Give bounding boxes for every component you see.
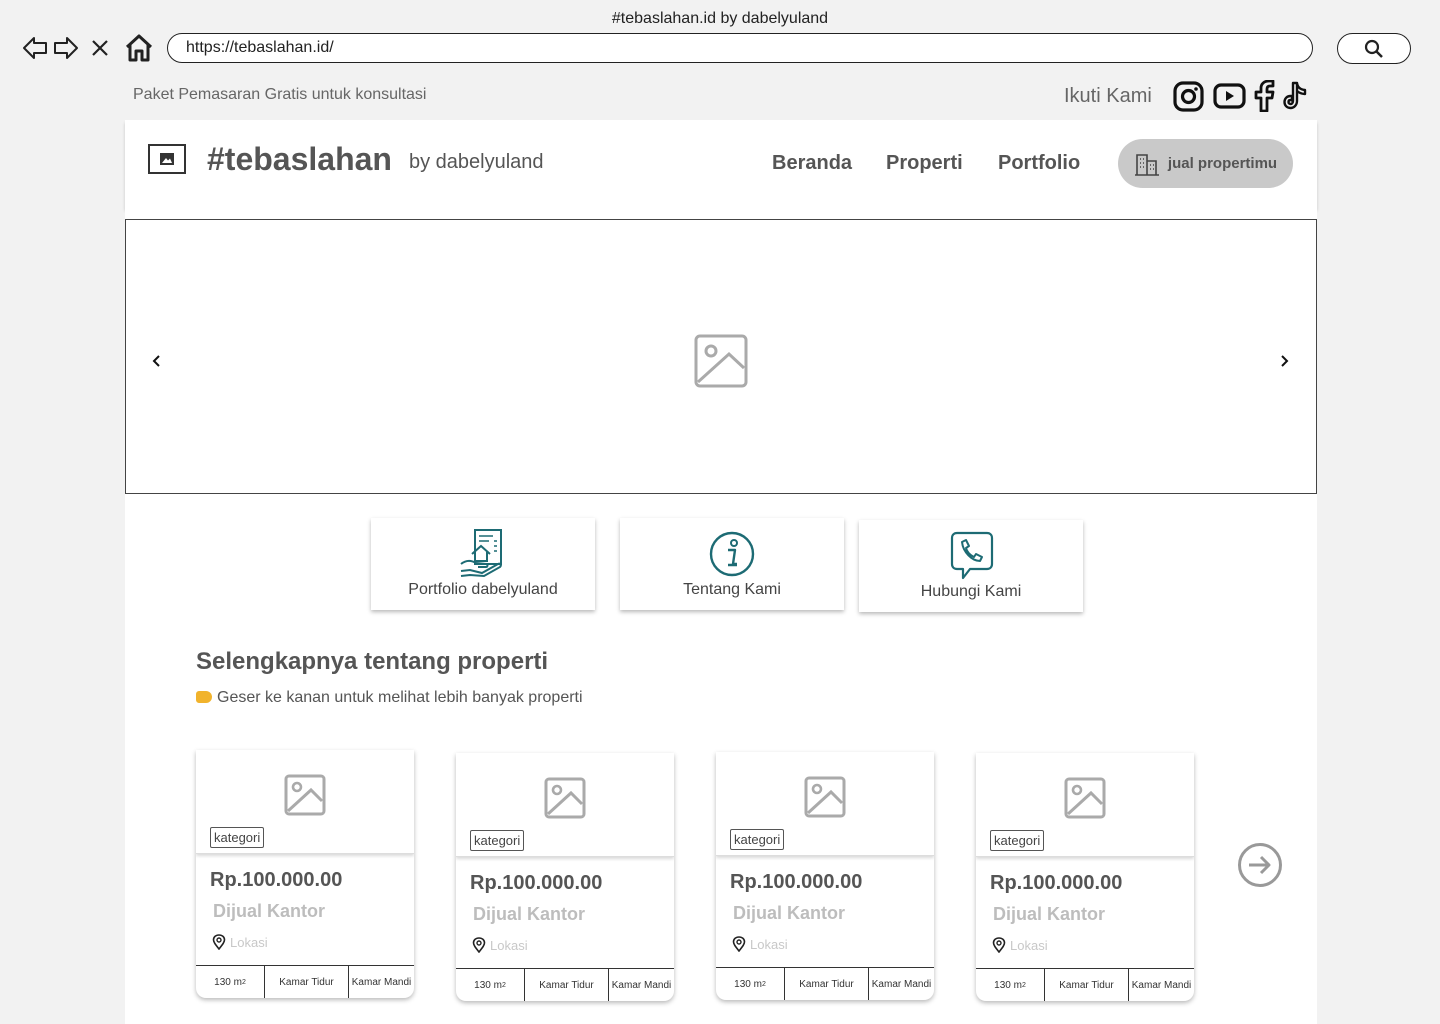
spec-area-value: 130 m	[994, 980, 1022, 991]
forward-icon[interactable]	[51, 33, 81, 63]
sell-property-button[interactable]: jual propertimu	[1118, 139, 1293, 188]
search-icon	[1364, 39, 1383, 58]
property-specs: 130 m2 Kamar Tidur Kamar Mandi	[716, 967, 934, 1000]
nav-beranda[interactable]: Beranda	[772, 152, 852, 175]
property-location: Lokasi	[732, 936, 788, 952]
tiktok-icon[interactable]	[1280, 80, 1312, 112]
spec-area-sup: 2	[1021, 982, 1026, 989]
nav-properti[interactable]: Properti	[886, 152, 963, 175]
quick-link-portfolio-label: Portfolio dabelyuland	[408, 581, 558, 598]
spec-area: 130 m2	[976, 969, 1045, 1001]
carousel-next-icon[interactable]	[1271, 348, 1297, 374]
location-pin-icon	[732, 936, 746, 952]
spec-area-sup: 2	[241, 979, 246, 986]
category-badge[interactable]: kategori	[210, 827, 265, 848]
property-card[interactable]: kategori Rp.100.000.00 Dijual Kantor Lok…	[196, 750, 414, 998]
location-pin-icon	[992, 937, 1006, 953]
property-price: Rp.100.000.00	[990, 872, 1123, 894]
promo-text: Paket Pemasaran Gratis untuk konsultasi	[133, 86, 427, 103]
spec-bedrooms: Kamar Tidur	[785, 968, 869, 1000]
back-icon[interactable]	[20, 33, 50, 63]
spec-bathrooms: Kamar Mandi	[351, 977, 412, 988]
property-type: Dijual Kantor	[213, 901, 326, 921]
property-price: Rp.100.000.00	[730, 871, 863, 893]
section-hint: Geser ke kanan untuk melihat lebih banya…	[196, 689, 583, 707]
spec-bathrooms: Kamar Mandi	[611, 980, 672, 991]
window-title: #tebaslahan.id by dabelyuland	[611, 10, 829, 27]
spec-bathrooms: Kamar Mandi	[1131, 980, 1192, 991]
property-price: Rp.100.000.00	[470, 872, 603, 894]
logo-image-icon[interactable]	[148, 144, 186, 174]
spec-bedrooms: Kamar Tidur	[525, 969, 609, 1001]
spec-bedrooms: Kamar Tidur	[265, 966, 349, 998]
category-badge[interactable]: kategori	[470, 830, 525, 851]
nav-portfolio[interactable]: Portfolio	[998, 152, 1080, 175]
spec-area: 130 m2	[456, 969, 525, 1001]
spec-bedrooms: Kamar Tidur	[1045, 969, 1129, 1001]
info-icon	[709, 531, 755, 577]
spec-area-sup: 2	[501, 982, 506, 989]
sell-property-label: jual propertimu	[1167, 155, 1278, 172]
quick-link-contact[interactable]: Hubungi Kami	[859, 520, 1083, 612]
brand-subtitle: by dabelyuland	[409, 151, 544, 173]
spec-area-value: 130 m	[734, 979, 762, 990]
location-text: Lokasi	[750, 936, 788, 952]
spec-area-value: 130 m	[214, 977, 242, 988]
building-icon	[1134, 153, 1159, 176]
quick-link-about[interactable]: Tentang Kami	[620, 518, 844, 610]
instagram-icon[interactable]	[1172, 80, 1204, 112]
location-pin-icon	[212, 934, 226, 950]
property-card[interactable]: kategori Rp.100.000.00 Dijual Kantor Lok…	[976, 753, 1194, 1001]
carousel-prev-icon[interactable]	[144, 348, 170, 374]
property-price: Rp.100.000.00	[210, 869, 343, 891]
location-text: Lokasi	[1010, 937, 1048, 953]
property-specs: 130 m2 Kamar Tidur Kamar Mandi	[456, 968, 674, 1001]
close-icon[interactable]	[85, 33, 115, 63]
quick-link-about-label: Tentang Kami	[683, 581, 781, 598]
spec-area-value: 130 m	[474, 980, 502, 991]
spec-area: 130 m2	[716, 968, 785, 1000]
property-card[interactable]: kategori Rp.100.000.00 Dijual Kantor Lok…	[716, 752, 934, 1000]
spec-area-sup: 2	[761, 981, 766, 988]
spec-area: 130 m2	[196, 966, 265, 998]
image-placeholder-icon	[804, 776, 846, 818]
property-location: Lokasi	[992, 937, 1048, 953]
image-placeholder-icon	[284, 774, 326, 816]
url-input[interactable]: https://tebaslahan.id/	[167, 33, 1313, 63]
section-title: Selengkapnya tentang properti	[196, 648, 549, 675]
home-icon[interactable]	[122, 31, 156, 65]
section-hint-text: Geser ke kanan untuk melihat lebih banya…	[217, 689, 583, 706]
quick-link-portfolio[interactable]: Portfolio dabelyuland	[371, 518, 595, 610]
category-badge[interactable]: kategori	[730, 829, 785, 850]
brand-name[interactable]: #tebaslahan	[207, 141, 392, 178]
property-type: Dijual Kantor	[993, 904, 1106, 924]
search-button[interactable]	[1337, 33, 1411, 64]
property-location: Lokasi	[212, 934, 268, 950]
pointing-hand-icon	[196, 691, 212, 703]
property-next-icon[interactable]	[1237, 842, 1283, 888]
location-text: Lokasi	[230, 934, 268, 950]
spec-bathrooms: Kamar Mandi	[871, 979, 932, 990]
location-pin-icon	[472, 937, 486, 953]
image-placeholder-icon	[544, 777, 586, 819]
image-placeholder-icon	[694, 334, 748, 388]
property-type: Dijual Kantor	[473, 904, 586, 924]
youtube-icon[interactable]	[1212, 80, 1246, 112]
quick-link-contact-label: Hubungi Kami	[920, 583, 1022, 600]
image-placeholder-icon	[1064, 777, 1106, 819]
property-card[interactable]: kategori Rp.100.000.00 Dijual Kantor Lok…	[456, 753, 674, 1001]
location-text: Lokasi	[490, 937, 528, 953]
property-type: Dijual Kantor	[733, 903, 846, 923]
property-specs: 130 m2 Kamar Tidur Kamar Mandi	[196, 965, 414, 998]
property-location: Lokasi	[472, 937, 528, 953]
house-document-icon	[460, 529, 502, 578]
category-badge[interactable]: kategori	[990, 830, 1045, 851]
facebook-icon[interactable]	[1248, 80, 1280, 112]
property-specs: 130 m2 Kamar Tidur Kamar Mandi	[976, 968, 1194, 1001]
follow-label: Ikuti Kami	[1064, 85, 1152, 107]
phone-chat-icon	[950, 531, 994, 580]
